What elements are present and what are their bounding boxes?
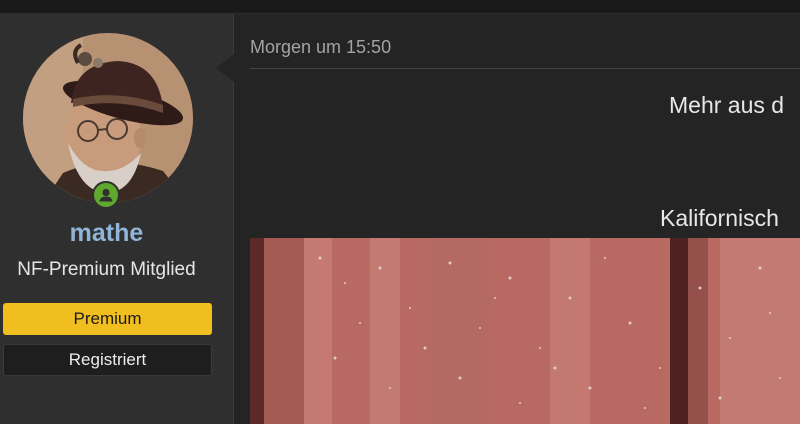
post-text-line: Kalifornisch <box>660 205 779 231</box>
registered-banner: Registriert <box>3 344 212 376</box>
user-online-icon <box>92 181 120 209</box>
post-timestamp[interactable]: Morgen um 15:50 <box>250 37 391 58</box>
divider <box>250 68 800 69</box>
post-text-line: Mehr aus d <box>669 92 785 118</box>
message-pointer <box>216 54 234 82</box>
premium-banner: Premium <box>3 303 212 335</box>
post-image[interactable] <box>250 238 800 424</box>
user-sidebar: mathe NF-Premium Mitglied Premium Regist… <box>0 14 234 424</box>
top-bar <box>0 0 800 14</box>
username[interactable]: mathe <box>0 219 213 248</box>
user-title: NF-Premium Mitglied <box>17 259 196 280</box>
avatar[interactable] <box>23 33 193 203</box>
post-content: Morgen um 15:50 Mehr aus d Kalifornisch <box>234 14 800 424</box>
